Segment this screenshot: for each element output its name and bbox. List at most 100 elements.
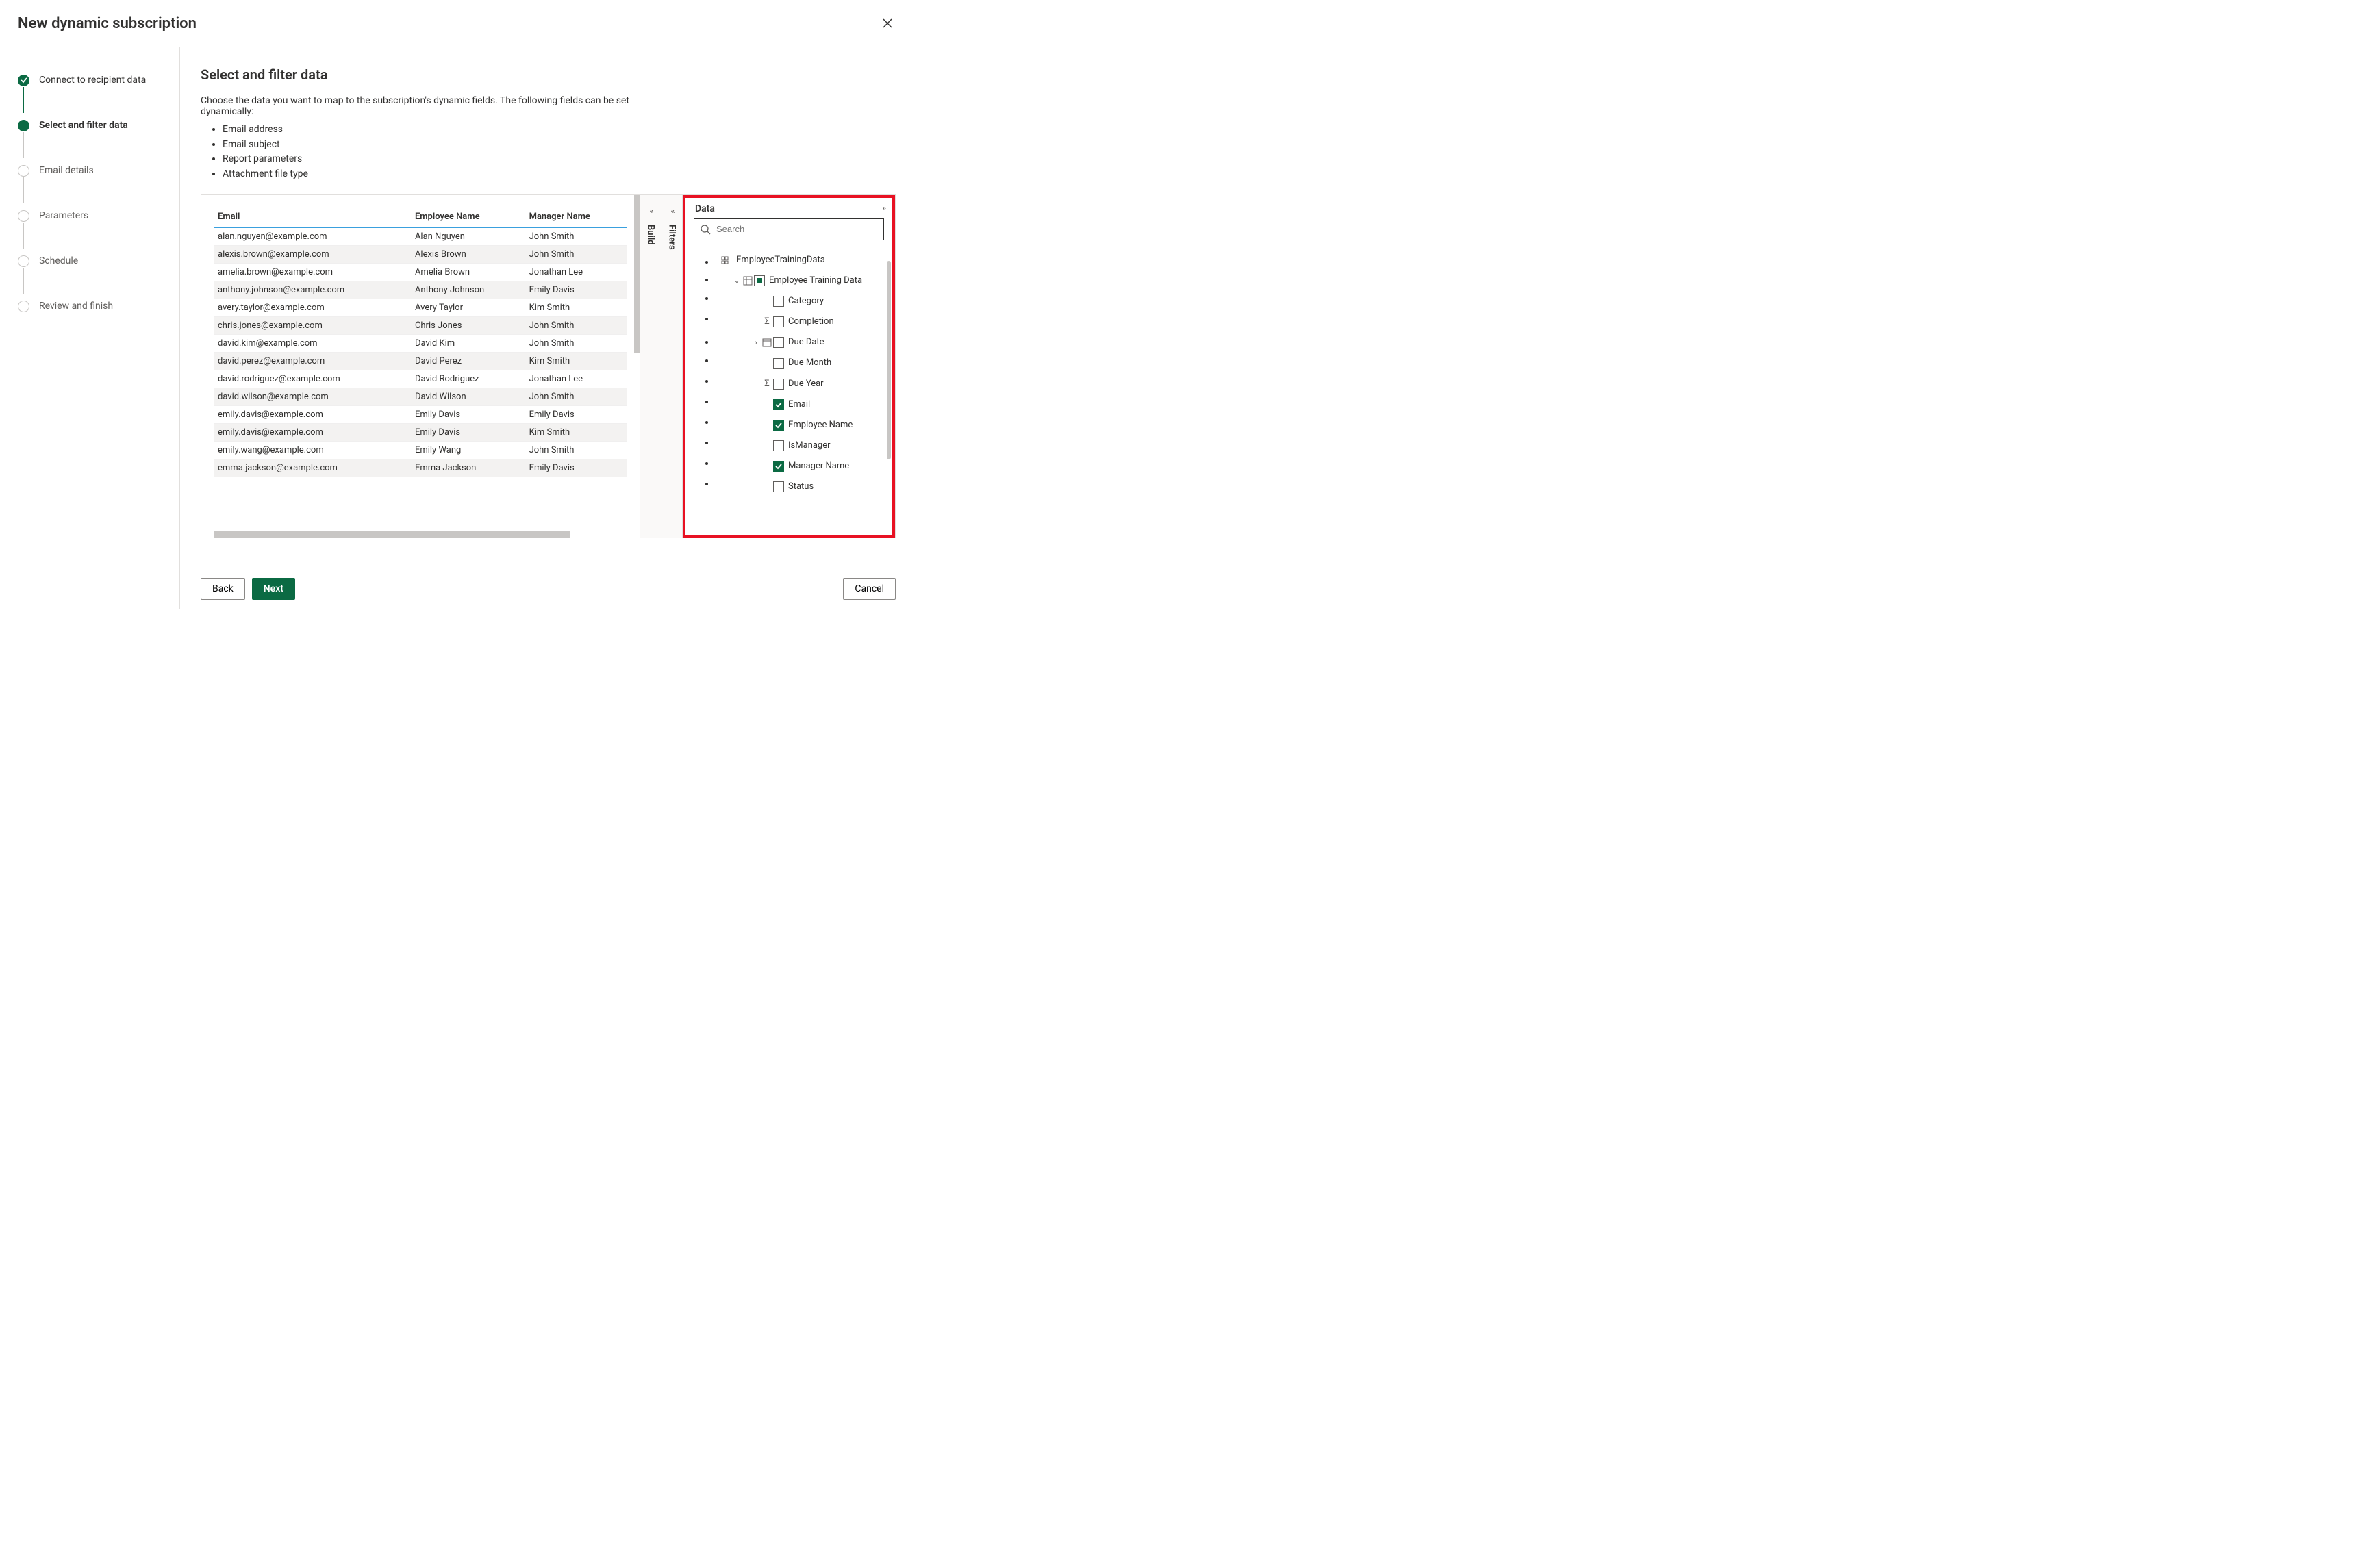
field-checkbox[interactable] bbox=[773, 461, 784, 472]
step-0[interactable]: Connect to recipient data bbox=[18, 68, 179, 92]
tree-field[interactable]: Σ Completion bbox=[716, 312, 890, 332]
field-checkbox[interactable] bbox=[773, 337, 784, 348]
field-label: Employee Name bbox=[788, 418, 853, 432]
table-cell: David Wilson bbox=[411, 388, 525, 405]
tree-field[interactable]: Email bbox=[716, 394, 890, 415]
field-checkbox[interactable] bbox=[773, 316, 784, 327]
table-cell: John Smith bbox=[525, 227, 627, 245]
data-preview-table: EmailEmployee NameManager Name alan.nguy… bbox=[201, 195, 640, 538]
tree-field[interactable]: ›Due Date bbox=[716, 332, 890, 353]
sigma-icon: Σ bbox=[761, 315, 773, 329]
tree-scrollbar[interactable] bbox=[887, 261, 891, 459]
field-checkbox[interactable] bbox=[773, 481, 784, 492]
table-row[interactable]: anthony.johnson@example.comAnthony Johns… bbox=[214, 281, 627, 299]
back-button[interactable]: Back bbox=[201, 578, 245, 600]
table-row[interactable]: david.perez@example.comDavid PerezKim Sm… bbox=[214, 352, 627, 370]
table-cell: david.wilson@example.com bbox=[214, 388, 411, 405]
build-pane-tab[interactable]: « Build bbox=[640, 195, 661, 538]
chevron-left-icon: « bbox=[670, 206, 672, 216]
field-checkbox[interactable] bbox=[773, 358, 784, 369]
table-row[interactable]: emily.davis@example.comEmily DavisKim Sm… bbox=[214, 423, 627, 441]
filters-pane-tab[interactable]: « Filters bbox=[661, 195, 683, 538]
table-row[interactable]: emily.wang@example.comEmily WangJohn Smi… bbox=[214, 441, 627, 459]
bullet-item: Email address bbox=[223, 123, 896, 138]
column-header[interactable]: Email bbox=[214, 207, 411, 228]
vertical-scrollbar[interactable] bbox=[634, 195, 640, 353]
tree-field[interactable]: Due Month bbox=[716, 353, 890, 373]
search-input[interactable] bbox=[715, 223, 878, 235]
chevron-down-icon[interactable]: ⌄ bbox=[732, 275, 742, 286]
column-header[interactable]: Employee Name bbox=[411, 207, 525, 228]
cancel-button[interactable]: Cancel bbox=[843, 578, 896, 600]
table-row[interactable]: alexis.brown@example.comAlexis BrownJohn… bbox=[214, 245, 627, 263]
close-button[interactable] bbox=[877, 12, 898, 34]
sigma-icon: Σ bbox=[761, 377, 773, 391]
field-label: Due Year bbox=[788, 377, 824, 391]
field-label: Completion bbox=[788, 315, 834, 329]
next-button[interactable]: Next bbox=[252, 578, 295, 600]
step-3[interactable]: Parameters bbox=[18, 203, 179, 228]
field-label: Category bbox=[788, 294, 824, 308]
table-cell: emma.jackson@example.com bbox=[214, 459, 411, 477]
table-cell: Kim Smith bbox=[525, 423, 627, 441]
tree-field[interactable]: Manager Name bbox=[716, 456, 890, 477]
table-cell: Alexis Brown bbox=[411, 245, 525, 263]
table-cell: Kim Smith bbox=[525, 352, 627, 370]
step-circle-icon bbox=[18, 75, 29, 86]
table-row[interactable]: david.rodriguez@example.comDavid Rodrigu… bbox=[214, 370, 627, 388]
tree-dataset[interactable]: EmployeeTrainingData bbox=[716, 250, 890, 270]
search-icon bbox=[700, 224, 711, 235]
tree-field[interactable]: Employee Name bbox=[716, 415, 890, 435]
column-header[interactable]: Manager Name bbox=[525, 207, 627, 228]
table-cell: chris.jones@example.com bbox=[214, 316, 411, 334]
field-checkbox[interactable] bbox=[773, 296, 784, 307]
tree-field[interactable]: IsManager bbox=[716, 435, 890, 456]
table-row[interactable]: emily.davis@example.comEmily DavisEmily … bbox=[214, 405, 627, 423]
tree-field[interactable]: Category bbox=[716, 291, 890, 312]
step-5[interactable]: Review and finish bbox=[18, 294, 179, 318]
table-cell: Alan Nguyen bbox=[411, 227, 525, 245]
tree-field[interactable]: Σ Due Year bbox=[716, 374, 890, 394]
table-cell: anthony.johnson@example.com bbox=[214, 281, 411, 299]
table-row[interactable]: david.wilson@example.comDavid WilsonJohn… bbox=[214, 388, 627, 405]
step-4[interactable]: Schedule bbox=[18, 249, 179, 273]
page-heading: Select and filter data bbox=[201, 66, 896, 83]
dataset-icon bbox=[720, 255, 732, 265]
table-row[interactable]: david.kim@example.comDavid KimJohn Smith bbox=[214, 334, 627, 352]
bullet-item: Report parameters bbox=[223, 152, 896, 167]
step-2[interactable]: Email details bbox=[18, 158, 179, 183]
table-cell: david.perez@example.com bbox=[214, 352, 411, 370]
table-cell: Emily Davis bbox=[411, 423, 525, 441]
table-row[interactable]: avery.taylor@example.comAvery TaylorKim … bbox=[214, 299, 627, 316]
tree-field[interactable]: Status bbox=[716, 477, 890, 497]
table-cell: amelia.brown@example.com bbox=[214, 263, 411, 281]
table-row[interactable]: alan.nguyen@example.comAlan NguyenJohn S… bbox=[214, 227, 627, 245]
chevron-left-icon: « bbox=[649, 206, 651, 216]
field-checkbox[interactable] bbox=[773, 379, 784, 390]
chevron-right-icon[interactable]: » bbox=[882, 203, 884, 214]
horizontal-scrollbar[interactable] bbox=[214, 531, 570, 538]
data-search[interactable] bbox=[694, 218, 884, 240]
table-cell: John Smith bbox=[525, 334, 627, 352]
step-circle-icon bbox=[18, 210, 29, 222]
step-label: Connect to recipient data bbox=[39, 75, 146, 86]
table-cell: David Rodriguez bbox=[411, 370, 525, 388]
field-checkbox[interactable] bbox=[754, 275, 765, 286]
field-checkbox[interactable] bbox=[773, 399, 784, 410]
table-icon bbox=[742, 276, 754, 286]
chevron-right-icon[interactable]: › bbox=[751, 337, 761, 349]
wizard-stepper: Connect to recipient data Select and filt… bbox=[0, 47, 180, 609]
field-checkbox[interactable] bbox=[773, 440, 784, 451]
field-checkbox[interactable] bbox=[773, 420, 784, 431]
data-pane-title: Data bbox=[695, 203, 882, 214]
table-cell: John Smith bbox=[525, 441, 627, 459]
table-row[interactable]: amelia.brown@example.comAmelia BrownJona… bbox=[214, 263, 627, 281]
step-1[interactable]: Select and filter data bbox=[18, 113, 179, 138]
tree-table[interactable]: ⌄Employee Training Data bbox=[716, 270, 890, 291]
bullet-item: Attachment file type bbox=[223, 167, 896, 182]
dataset-label: EmployeeTrainingData bbox=[736, 253, 825, 267]
table-row[interactable]: chris.jones@example.comChris JonesJohn S… bbox=[214, 316, 627, 334]
table-cell: emily.wang@example.com bbox=[214, 441, 411, 459]
table-cell: Emily Davis bbox=[525, 459, 627, 477]
table-row[interactable]: emma.jackson@example.comEmma JacksonEmil… bbox=[214, 459, 627, 477]
